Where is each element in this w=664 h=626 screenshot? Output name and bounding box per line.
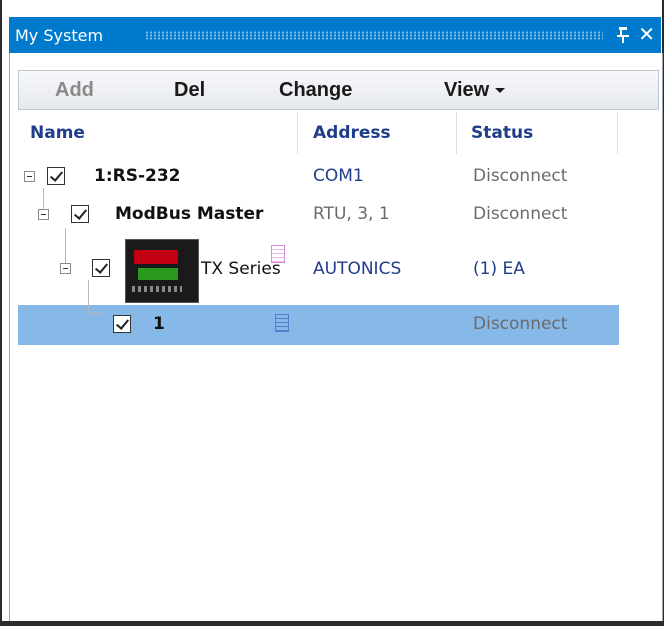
- port-address: COM1: [313, 166, 364, 186]
- port-status: Disconnect: [473, 166, 568, 186]
- tree-node-device[interactable]: TX Series: [201, 259, 281, 279]
- tree-line: [88, 313, 104, 314]
- tree-line: [65, 228, 66, 266]
- column-header-status[interactable]: Status: [471, 123, 533, 143]
- device-address: AUTONICS: [313, 259, 402, 279]
- change-button[interactable]: Change: [279, 79, 352, 102]
- checkbox[interactable]: [47, 167, 65, 185]
- list-icon: [275, 314, 289, 332]
- window-title: My System: [15, 26, 104, 45]
- title-bar: My System ✕: [9, 17, 661, 53]
- tree-line: [88, 280, 89, 313]
- device-thumbnail: [125, 239, 199, 303]
- view-menu-button[interactable]: View: [444, 79, 506, 102]
- tree-node-unit[interactable]: 1: [153, 314, 165, 334]
- pin-icon[interactable]: [615, 26, 631, 44]
- collapse-toggle[interactable]: [38, 209, 49, 220]
- tree-node-master[interactable]: ModBus Master: [115, 204, 263, 224]
- column-separator[interactable]: [456, 112, 457, 154]
- add-button[interactable]: Add: [55, 79, 94, 102]
- chevron-down-icon: [495, 88, 506, 94]
- column-header-address[interactable]: Address: [313, 123, 391, 143]
- toolbar: Add Del Change View: [18, 70, 659, 110]
- drag-grip[interactable]: [145, 31, 603, 40]
- collapse-toggle[interactable]: [60, 263, 71, 274]
- close-icon[interactable]: ✕: [638, 24, 655, 44]
- del-button[interactable]: Del: [174, 79, 205, 102]
- column-separator[interactable]: [297, 112, 298, 154]
- collapse-toggle[interactable]: [24, 171, 35, 182]
- master-address: RTU, 3, 1: [313, 204, 390, 224]
- tree-node-port[interactable]: 1:RS-232: [94, 166, 181, 186]
- checkbox[interactable]: [92, 259, 110, 277]
- master-status: Disconnect: [473, 204, 568, 224]
- view-label: View: [444, 79, 490, 101]
- unit-status: Disconnect: [473, 314, 568, 334]
- column-header-name[interactable]: Name: [30, 123, 85, 143]
- column-separator[interactable]: [617, 112, 618, 154]
- device-status: (1) EA: [473, 259, 525, 279]
- checkbox[interactable]: [71, 205, 89, 223]
- checkbox[interactable]: [113, 315, 131, 333]
